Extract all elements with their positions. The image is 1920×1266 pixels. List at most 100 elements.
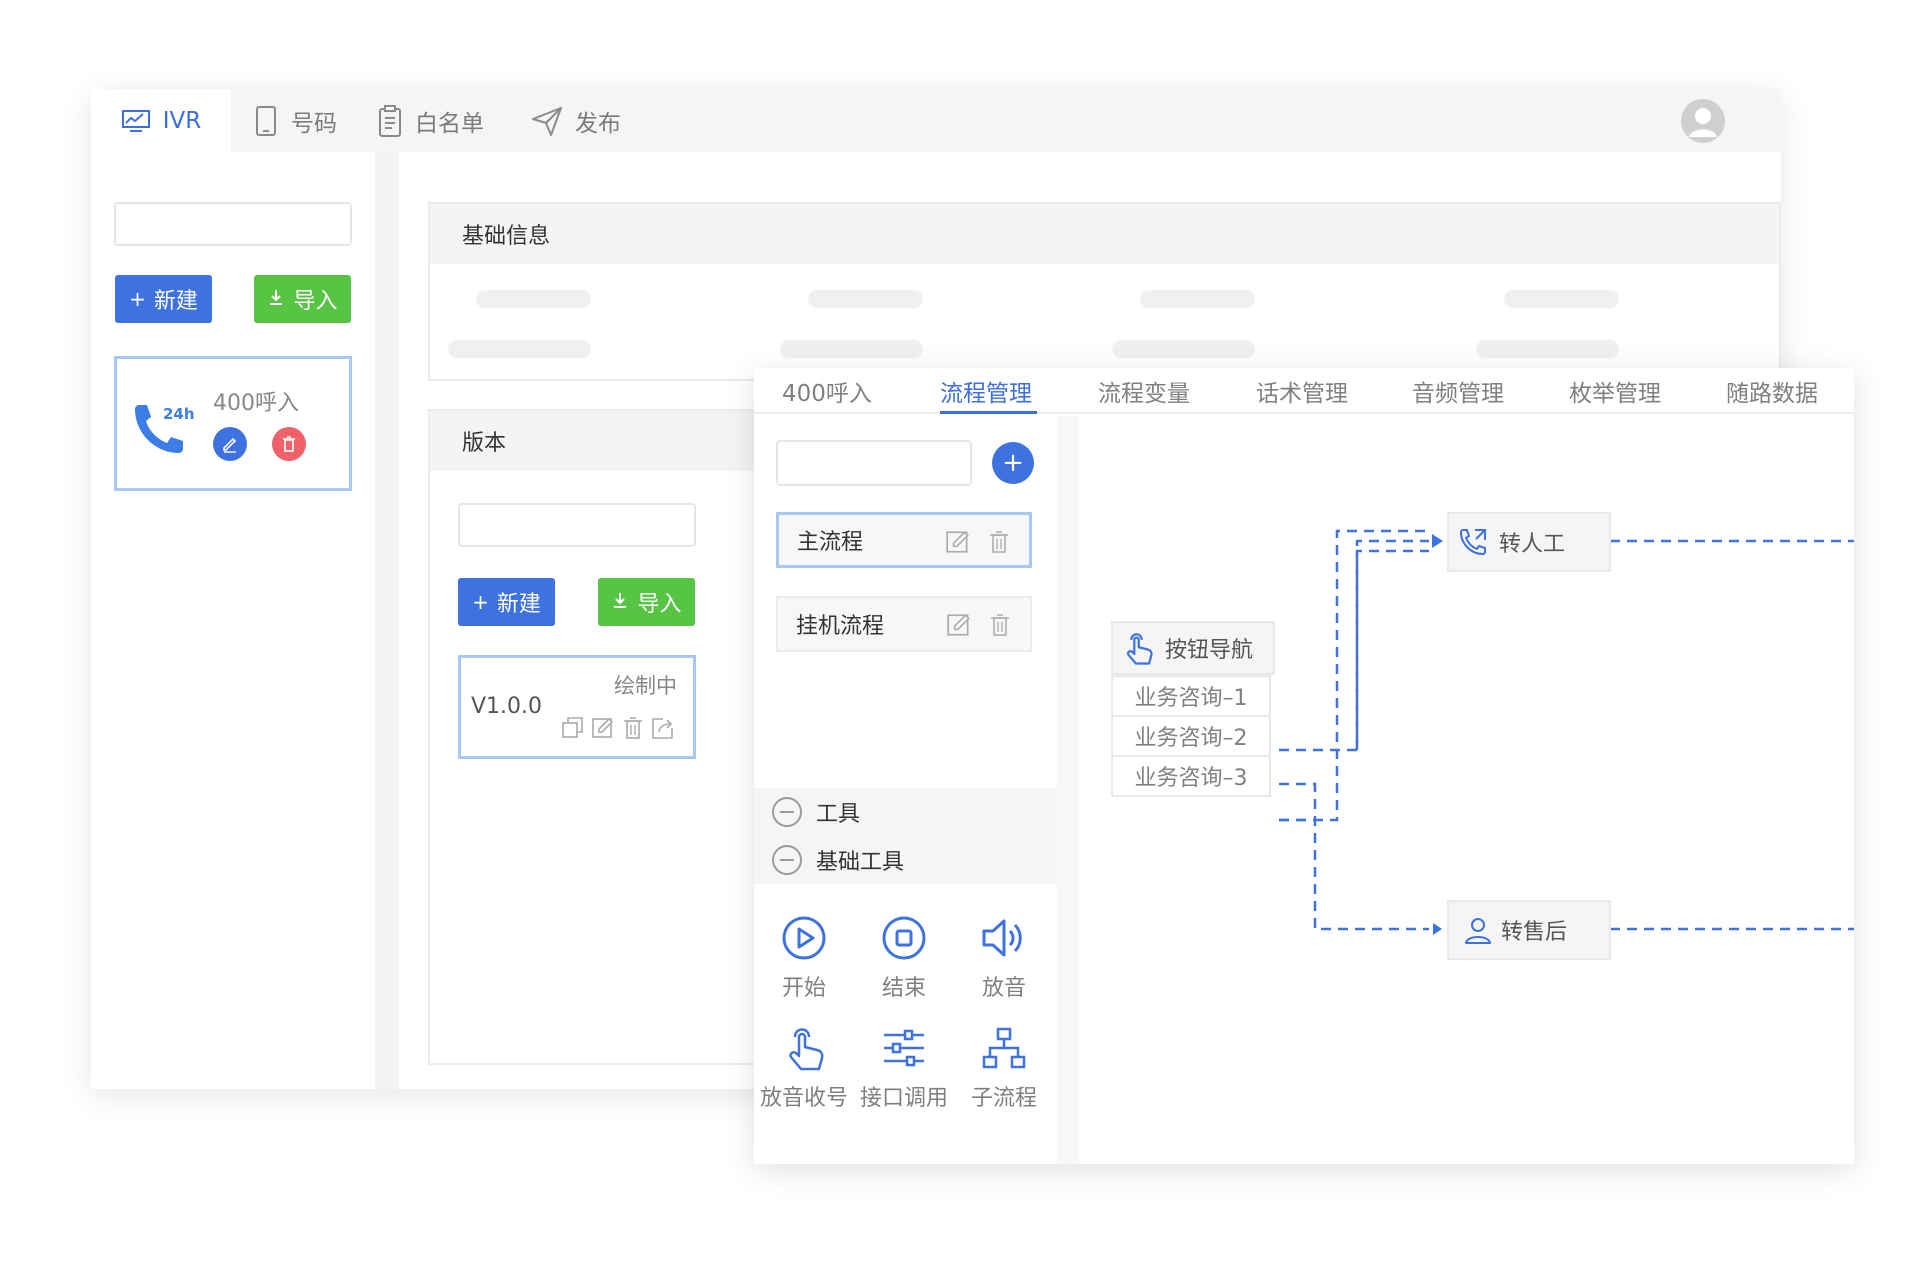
node-label: 转售后 (1501, 920, 1568, 945)
skeleton-line (808, 290, 923, 308)
node-label: 按钮导航 (1165, 638, 1254, 663)
edit-icon[interactable] (591, 716, 615, 744)
tab-script-management[interactable]: 话术管理 (1256, 368, 1348, 414)
trash-icon[interactable] (988, 612, 1012, 644)
top-navigation: IVR 号码 白名单 发布 (91, 89, 1781, 152)
version-actions (561, 716, 675, 744)
tool-label: 开始 (781, 976, 826, 1001)
skeleton-line (448, 340, 591, 358)
user-icon (1463, 915, 1493, 945)
skeleton-line (1140, 290, 1255, 308)
button-label: 导入 (293, 289, 338, 314)
download-icon (611, 590, 629, 614)
copy-icon[interactable] (561, 716, 585, 744)
tab-label: 号码 (291, 110, 337, 137)
edit-icon[interactable] (213, 427, 247, 461)
tap-hand-icon (1121, 629, 1155, 667)
button-label: 新建 (153, 289, 198, 314)
skeleton-line (476, 290, 591, 308)
group-label: 工具 (816, 802, 861, 827)
add-flow-button[interactable]: + (992, 442, 1034, 484)
section-title: 基础信息 (430, 204, 1779, 264)
group-basic-tools[interactable]: 基础工具 (754, 836, 1079, 884)
send-icon (531, 105, 563, 137)
plus-icon: + (472, 590, 489, 614)
version-import-button[interactable]: 导入 (598, 578, 695, 626)
version-title: 版本 (462, 431, 507, 456)
skeleton-line (1504, 290, 1619, 308)
tab-flow-variables[interactable]: 流程变量 (1098, 368, 1190, 414)
tap-hand-icon (754, 1020, 854, 1076)
button-label: 导入 (637, 592, 682, 617)
tab-flow-management[interactable]: 流程管理 (940, 368, 1032, 414)
ivr-card-name: 400呼入 (213, 391, 299, 416)
active-tab-underline (940, 411, 1037, 414)
editor-tabs: 400呼入 流程管理 流程变量 话术管理 音频管理 枚举管理 随路数据 (754, 368, 1854, 414)
button-navigation-node[interactable]: 按钮导航 业务咨询–1 业务咨询–2 业务咨询–3 (1111, 621, 1275, 797)
export-icon[interactable] (651, 716, 675, 744)
flow-item-main[interactable]: 主流程 (776, 512, 1032, 568)
version-number: V1.0.0 (471, 694, 543, 719)
flow-item-hangup[interactable]: 挂机流程 (776, 596, 1032, 652)
flow-item-label: 主流程 (797, 530, 864, 555)
download-icon (267, 287, 285, 311)
tab-audio-management[interactable]: 音频管理 (1412, 368, 1504, 414)
sliders-icon (854, 1020, 954, 1076)
tab-associated-data[interactable]: 随路数据 (1726, 368, 1818, 414)
clipboard-icon (377, 104, 403, 137)
tool-label: 放音 (981, 976, 1026, 1001)
tool-play-audio[interactable]: 放音 (954, 910, 1054, 1002)
flow-search-input[interactable] (776, 440, 972, 486)
flow-canvas[interactable]: 按钮导航 业务咨询–1 业务咨询–2 业务咨询–3 转人工 转售后 (1079, 416, 1854, 1164)
version-new-button[interactable]: + 新建 (458, 578, 555, 626)
ivr-import-button[interactable]: 导入 (254, 275, 351, 323)
tool-end[interactable]: 结束 (854, 910, 954, 1002)
tab-label: 发布 (575, 110, 621, 137)
group-tools[interactable]: 工具 (754, 788, 1079, 836)
tab-400-inbound[interactable]: 400呼入 (782, 368, 872, 414)
flow-sidebar: + 主流程 挂机流程 工具 基础工具 开始 结束 放音 放音收号 接口调用 子流… (754, 416, 1079, 1164)
tool-api-call[interactable]: 接口调用 (854, 1020, 954, 1112)
speaker-icon (954, 910, 1054, 966)
basic-info-section: 基础信息 (428, 202, 1781, 381)
tab-publish[interactable]: 发布 (531, 89, 621, 152)
after-sales-node[interactable]: 转售后 (1447, 900, 1611, 960)
tab-enum-management[interactable]: 枚举管理 (1569, 368, 1661, 414)
tab-label: 白名单 (415, 110, 484, 137)
user-avatar-icon[interactable] (1681, 99, 1725, 143)
edit-icon[interactable] (945, 529, 971, 561)
tab-whitelist[interactable]: 白名单 (377, 89, 484, 152)
version-card[interactable]: V1.0.0 绘制中 (458, 655, 696, 759)
tool-play-collect[interactable]: 放音收号 (754, 1020, 854, 1112)
tool-start[interactable]: 开始 (754, 910, 854, 1002)
transfer-agent-node[interactable]: 转人工 (1447, 512, 1611, 572)
nav-option-1[interactable]: 业务咨询–1 (1111, 675, 1271, 717)
edit-icon[interactable] (946, 612, 972, 644)
collapse-icon (772, 797, 802, 827)
trash-icon[interactable] (272, 427, 306, 461)
phone-device-icon (253, 105, 279, 136)
basic-info-title: 基础信息 (462, 224, 551, 249)
trash-icon[interactable] (987, 529, 1011, 561)
tool-label: 结束 (881, 976, 926, 1001)
section-title: 版本 (430, 411, 766, 471)
tab-numbers[interactable]: 号码 (253, 89, 337, 152)
tool-subflow[interactable]: 子流程 (954, 1020, 1054, 1112)
group-label: 基础工具 (816, 850, 905, 875)
trash-icon[interactable] (621, 716, 645, 744)
svg-text:24h: 24h (163, 405, 195, 423)
nav-option-2[interactable]: 业务咨询–2 (1111, 715, 1271, 757)
ivr-search-input[interactable] (114, 202, 352, 246)
skeleton-line (1476, 340, 1619, 358)
flow-item-label: 挂机流程 (796, 614, 885, 639)
chart-monitor-icon (121, 108, 151, 134)
version-search-input[interactable] (458, 503, 696, 547)
node-label: 转人工 (1499, 532, 1566, 557)
nav-option-3[interactable]: 业务咨询–3 (1111, 755, 1271, 797)
version-section: 版本 + 新建 导入 V1.0.0 绘制中 (428, 409, 768, 1065)
ivr-new-button[interactable]: + 新建 (115, 275, 212, 323)
tab-ivr[interactable]: IVR (91, 89, 231, 152)
plus-icon: + (129, 287, 146, 311)
ivr-card[interactable]: 24h 400呼入 (114, 356, 352, 491)
skeleton-line (1112, 340, 1255, 358)
